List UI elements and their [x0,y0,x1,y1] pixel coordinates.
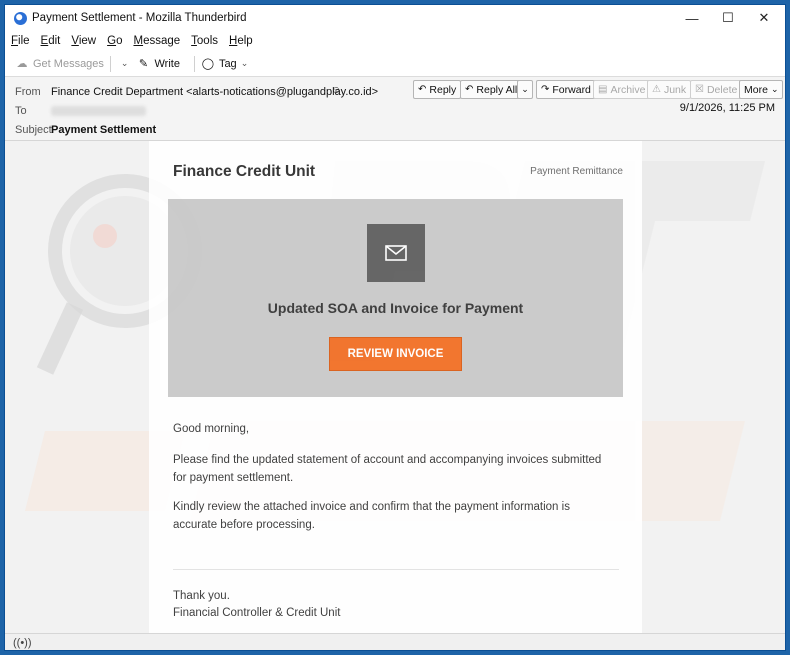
title-bar: Payment Settlement - Mozilla Thunderbird… [5,5,785,31]
junk-button[interactable]: ⚠ Junk [647,80,692,99]
envelope-icon [385,245,407,261]
forward-button[interactable]: ↷ Forward [536,80,596,99]
to-value-redacted [51,106,146,119]
write-label: Write [154,57,180,70]
from-label: From [15,86,41,98]
contact-icon[interactable]: ☺ [331,85,341,96]
review-invoice-button[interactable]: REVIEW INVOICE [329,337,462,371]
write-button[interactable]: ✎ Write [136,57,180,71]
separator [109,55,111,72]
menu-edit[interactable]: Edit [41,35,61,47]
message-date: 9/1/2026, 11:25 PM [679,102,775,114]
to-label: To [15,105,27,117]
forward-label: Forward [552,83,591,96]
hero-banner: Updated SOA and Invoice for Payment REVI… [168,199,623,397]
tag-button[interactable]: ◯ Tag ⌄ [201,57,248,71]
email-card: Finance Credit Unit Payment Remittance U… [149,141,642,633]
reply-all-button[interactable]: ↶ Reply All [460,80,523,99]
menu-bar: File Edit View Go Message Tools Help [5,31,785,51]
remittance-label: Payment Remittance [530,166,623,177]
reply-all-label: Reply All [476,83,518,96]
cloud-download-icon: ☁ [16,58,28,70]
more-label: More [744,83,768,96]
from-value[interactable]: Finance Credit Department <alarts-notica… [51,86,378,98]
subject-value: Payment Settlement [51,124,157,136]
thunderbird-icon [14,11,27,25]
subject-label: Subject [15,124,52,136]
chevron-down-icon[interactable]: ⌄ [121,58,129,69]
tag-icon: ◯ [201,58,215,70]
menu-file[interactable]: File [11,35,30,47]
divider [173,569,619,570]
reply-all-dropdown[interactable]: ⌄ [517,80,533,99]
main-toolbar: ☁ Get Messages ⌄ ✎ Write ◯ Tag ⌄ [5,51,785,77]
junk-icon: ⚠ [652,84,661,95]
pencil-icon: ✎ [138,58,149,70]
thunderbird-window: Payment Settlement - Mozilla Thunderbird… [4,4,786,651]
menu-view[interactable]: View [71,35,96,47]
tag-label: Tag [218,57,237,70]
greeting: Good morning, [173,423,250,435]
reply-all-icon: ↶ [465,84,474,95]
hero-title: Updated SOA and Invoice for Payment [267,300,524,316]
get-messages-label: Get Messages [33,57,104,70]
online-status-icon[interactable]: ((•)) [13,637,32,649]
more-button[interactable]: More ⌄ [739,80,784,99]
close-button[interactable]: ✕ [741,5,785,31]
separator [193,55,195,72]
forward-icon: ↷ [541,84,550,95]
chevron-down-icon: ⌄ [521,84,529,94]
chevron-down-icon: ⌄ [240,58,249,68]
message-header: From Finance Credit Department <alarts-n… [5,77,785,141]
trash-icon: ☒ [695,84,704,95]
junk-label: Junk [663,83,687,96]
reply-button[interactable]: ↶ Reply [413,80,462,99]
delete-button[interactable]: ☒ Delete [690,80,743,99]
brand-name: Finance Credit Unit [173,163,316,180]
menu-message[interactable]: Message [133,35,180,47]
reply-icon: ↶ [418,84,427,95]
signature: Financial Controller & Credit Unit [173,607,341,619]
signoff: Thank you. [173,590,230,602]
paragraph-1: Please find the updated statement of acc… [173,454,602,484]
chevron-down-icon: ⌄ [770,84,779,94]
delete-label: Delete [706,83,738,96]
reply-label: Reply [429,83,457,96]
envelope-tile [367,224,425,282]
menu-help[interactable]: Help [229,35,253,47]
window-title: Payment Settlement - Mozilla Thunderbird [32,12,247,24]
archive-icon: ▤ [598,84,608,95]
menu-go[interactable]: Go [107,35,122,47]
message-body: Finance Credit Unit Payment Remittance U… [5,141,785,633]
get-messages-button[interactable]: ☁ Get Messages ⌄ [15,55,129,72]
paragraph-2: Kindly review the attached invoice and c… [173,501,570,531]
archive-label: Archive [610,83,646,96]
menu-tools[interactable]: Tools [191,35,218,47]
status-bar: ((•)) [5,633,785,650]
archive-button[interactable]: ▤ Archive [593,80,651,99]
